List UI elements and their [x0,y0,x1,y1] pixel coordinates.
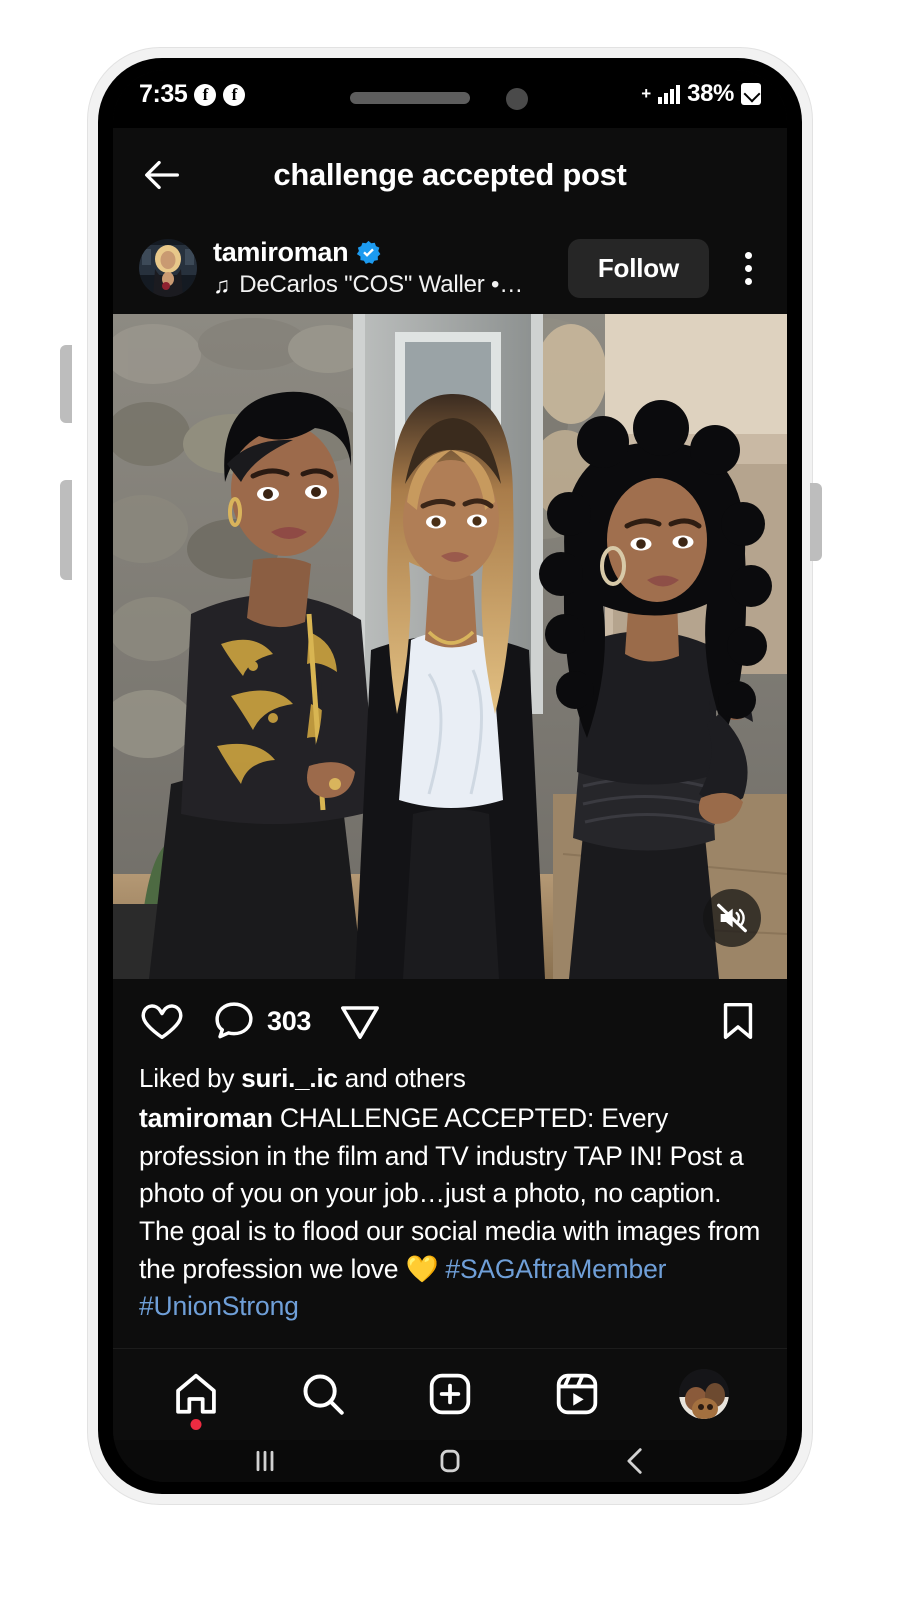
nav-create-button[interactable] [425,1369,475,1419]
caption-hashtag-sagaftramember[interactable]: #SAGAftraMember [445,1254,666,1284]
volume-button[interactable] [60,480,72,580]
share-button[interactable] [337,998,383,1044]
avatar[interactable] [139,239,197,297]
signal-plus-icon: + [641,84,652,103]
recents-icon[interactable] [244,1440,286,1482]
back-chevron-icon[interactable] [614,1440,656,1482]
page-title: challenge accepted post [273,157,627,192]
front-camera-icon [506,88,528,110]
post-header-username-row: tamiroman [213,237,552,268]
liked-by-line: Liked by suri._.ic and others [139,1063,761,1094]
liked-by-prefix: Liked by [139,1063,242,1093]
post-caption: tamiroman CHALLENGE ACCEPTED: Every prof… [139,1100,761,1326]
post-header: tamiroman ♫ DeCarlos "COS" Waller •… Fol… [113,222,787,314]
nav-search-button[interactable] [298,1369,348,1419]
status-bar-right: + 38% [641,80,761,108]
like-button[interactable] [139,998,185,1044]
liked-by-suffix: and others [337,1063,466,1093]
app-header: challenge accepted post [113,128,787,222]
nav-home-button[interactable] [171,1369,221,1431]
mute-toggle-button[interactable] [703,889,761,947]
music-note-icon: ♫ [213,271,231,298]
save-button[interactable] [715,998,761,1044]
back-arrow-icon[interactable] [139,152,185,198]
post-header-meta: tamiroman ♫ DeCarlos "COS" Waller •… [213,237,552,299]
follow-button[interactable]: Follow [567,238,709,298]
screenshot-root: 7:35 f f + 38% challenge accepted post t… [0,0,900,1600]
verified-badge-icon [356,240,381,265]
phone-notch [310,70,590,128]
power-button[interactable] [810,483,822,561]
post-media[interactable] [113,314,787,979]
battery-percent-label: 38% [687,80,734,107]
facebook-notification-icon: f [194,83,217,106]
caption-author[interactable]: tamiroman [139,1103,273,1133]
comment-count: 303 [267,1005,312,1036]
more-options-icon[interactable] [725,251,765,285]
battery-icon [741,83,761,105]
signal-strength-icon [658,84,681,104]
nav-profile-button[interactable] [678,1369,729,1420]
status-bar-left: 7:35 f f [139,80,246,109]
audio-attribution-label: DeCarlos "COS" Waller •… [239,271,524,298]
post-action-bar: 303 [113,979,787,1063]
comment-button[interactable]: 303 [211,998,311,1044]
silence-switch-button[interactable] [60,345,72,423]
nav-reels-button[interactable] [552,1369,602,1419]
caption-section: Liked by suri._.ic and others tamiroman … [113,1063,787,1348]
phone-screen: 7:35 f f + 38% challenge accepted post t… [113,70,787,1482]
post-header-audio-row[interactable]: ♫ DeCarlos "COS" Waller •… [213,271,552,299]
bottom-navigation-bar [113,1347,787,1440]
post-username[interactable]: tamiroman [213,237,349,268]
status-time: 7:35 [139,80,188,108]
caption-hashtag-unionstrong[interactable]: #UnionStrong [139,1291,299,1321]
android-system-navigation [113,1439,787,1482]
home-square-icon[interactable] [429,1440,471,1482]
messenger-notification-icon: f [223,83,246,106]
profile-avatar-icon [678,1369,729,1420]
liked-by-username[interactable]: suri._.ic [241,1063,338,1093]
earpiece-speaker-icon [350,92,470,104]
home-notification-badge [190,1419,202,1431]
